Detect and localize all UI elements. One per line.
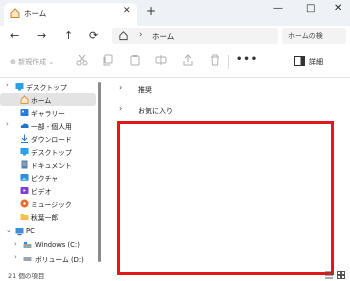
cut-icon[interactable]	[76, 54, 88, 66]
up-button[interactable]: ↑	[64, 29, 73, 42]
collapse-chevron-icon[interactable]: ⌄	[6, 226, 12, 234]
user-folder-icon	[20, 214, 29, 220]
sidebar-item-home[interactable]: ホーム	[0, 93, 96, 106]
more-options-button[interactable]: •••	[236, 54, 258, 65]
sidebar-item-label: デスクトップ	[26, 84, 67, 92]
drive-icon	[23, 242, 32, 248]
sidebar-item-video[interactable]: ビデオ	[0, 184, 96, 197]
command-bar: ⊕ 新規作成 ⌄ ••• 詳細	[0, 46, 350, 78]
sidebar-item-gallery[interactable]: ギャラリー	[0, 106, 96, 119]
expand-chevron-icon[interactable]: ›	[14, 240, 17, 248]
gallery-icon	[20, 109, 29, 116]
share-icon[interactable]	[182, 54, 194, 66]
details-button[interactable]: 詳細	[309, 57, 323, 67]
tab-close-icon[interactable]: ✕	[123, 6, 131, 16]
copy-icon[interactable]	[102, 54, 114, 66]
sidebar-item-label: ホーム	[31, 97, 52, 105]
chevron-right-icon: ›	[119, 104, 123, 113]
chevron-right-icon: ›	[119, 83, 123, 92]
sidebar-item-user-folder[interactable]: 秋葉一郎	[0, 210, 96, 223]
home-icon	[119, 31, 128, 41]
tab-home[interactable]: ホーム ✕	[4, 3, 137, 26]
document-icon	[21, 160, 28, 169]
sidebar-item-desktop-root[interactable]: › デスクトップ	[0, 80, 96, 93]
home-icon	[20, 95, 29, 104]
group-label: お気に入り	[138, 107, 173, 115]
rename-icon[interactable]	[155, 54, 167, 66]
minimize-button[interactable]: —	[273, 3, 283, 14]
expand-chevron-icon[interactable]: ›	[14, 253, 17, 261]
group-label: 推奨	[138, 86, 152, 94]
sidebar-item-music[interactable]: ミュージック	[0, 197, 96, 210]
sidebar-item-label: ダウンロード	[31, 136, 72, 144]
search-input[interactable]: ホームの検	[282, 28, 346, 44]
status-bar: 21 個の項目	[0, 268, 350, 281]
sidebar-item-label: 秋葉一郎	[31, 214, 59, 222]
download-icon	[21, 134, 28, 143]
pc-icon	[15, 228, 24, 236]
forward-button[interactable]: →	[37, 29, 46, 42]
sidebar-item-onedrive[interactable]: › 一部 - 個人用	[0, 119, 96, 132]
sidebar-item-downloads[interactable]: ダウンロード	[0, 132, 96, 145]
home-icon	[10, 8, 20, 18]
new-button[interactable]: ⊕ 新規作成 ⌄	[10, 57, 54, 67]
sidebar-item-label: Windows (C:)	[35, 241, 80, 249]
sidebar-item-documents[interactable]: ドキュメント	[0, 158, 96, 171]
details-pane-icon	[294, 56, 305, 66]
sidebar-item-label: ドキュメント	[31, 162, 72, 170]
sidebar-item-label: ギャラリー	[31, 110, 65, 118]
group-recommended[interactable]: › 推奨	[104, 82, 344, 96]
new-tab-button[interactable]: +	[146, 4, 156, 18]
sidebar-item-label: ミュージック	[31, 201, 72, 209]
drive-icon	[23, 257, 32, 261]
search-placeholder: ホームの検	[288, 32, 323, 40]
sidebar-item-label: ピクチャ	[31, 175, 59, 183]
item-count: 21 個の項目	[8, 272, 45, 280]
group-favorites[interactable]: › お気に入り	[104, 103, 344, 117]
maximize-button[interactable]: □	[306, 3, 315, 14]
delete-icon[interactable]	[209, 54, 221, 66]
sidebar-item-label: 一部 - 個人用	[31, 123, 72, 131]
command-separator	[228, 55, 229, 69]
desktop-folder-icon	[15, 83, 24, 91]
sidebar-item-pc[interactable]: ⌄ PC	[0, 225, 96, 238]
sidebar-item-pictures[interactable]: ピクチャ	[0, 171, 96, 184]
navigation-scrollbar[interactable]	[98, 82, 101, 262]
sidebar-item-label: PC	[26, 227, 35, 235]
expand-chevron-icon[interactable]: ›	[6, 120, 9, 128]
details-view-icon[interactable]	[325, 271, 333, 279]
music-icon	[20, 199, 29, 208]
title-bar: ホーム ✕ + — □ ✕	[0, 0, 350, 26]
navigation-pane: › デスクトップ ホーム ギャラリー › 一部 - 個人用 ダウンロード デスク…	[0, 78, 100, 268]
sidebar-item-desktop[interactable]: デスクトップ	[0, 145, 96, 158]
sidebar-item-drive-d[interactable]: › ボリューム (D:)	[0, 252, 96, 265]
back-button[interactable]: ←	[10, 29, 19, 42]
tiles-view-icon[interactable]	[337, 271, 345, 279]
desktop-icon	[20, 148, 29, 156]
breadcrumb-home[interactable]: ホーム	[152, 31, 174, 42]
sidebar-item-drive-c[interactable]: › Windows (C:)	[0, 239, 96, 252]
refresh-button[interactable]: ⟳	[89, 29, 98, 42]
sidebar-item-label: デスクトップ	[31, 149, 72, 157]
content-pane: › 推奨 › お気に入り	[104, 78, 350, 275]
expand-chevron-icon[interactable]: ›	[6, 81, 9, 89]
sidebar-item-label: ボリューム (D:)	[35, 256, 84, 264]
address-bar[interactable]: › ホーム	[112, 28, 278, 44]
paste-icon[interactable]	[129, 54, 141, 66]
video-icon	[20, 187, 29, 194]
pictures-icon	[20, 174, 29, 181]
close-window-button[interactable]: ✕	[334, 3, 342, 14]
onedrive-cloud-icon	[20, 123, 29, 128]
tab-title: ホーム	[24, 9, 47, 18]
breadcrumb-separator: ›	[139, 30, 143, 40]
sidebar-item-label: ビデオ	[31, 188, 52, 196]
highlight-box	[117, 121, 334, 275]
navigation-bar: ← → ↑ ⟳ › ホーム ホームの検	[0, 26, 350, 46]
